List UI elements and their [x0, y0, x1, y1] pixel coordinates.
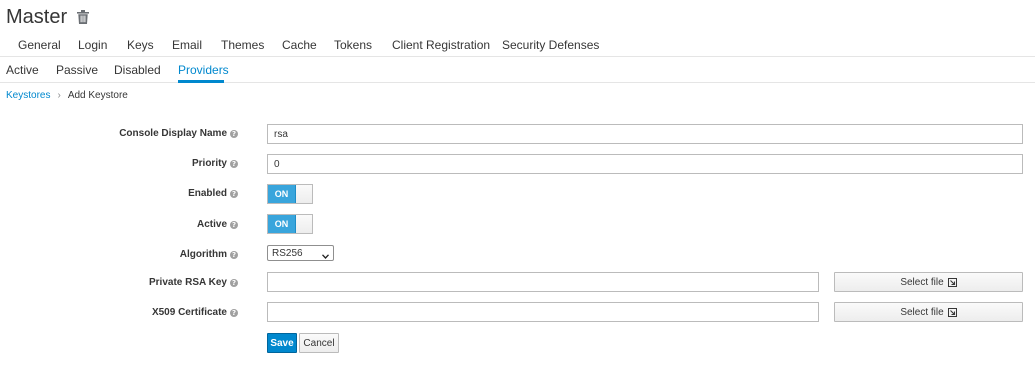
enabled-toggle[interactable]: ON [267, 184, 313, 204]
tab-security-defenses[interactable]: Security Defenses [502, 38, 599, 52]
external-link-icon [947, 307, 957, 317]
tab-email[interactable]: Email [172, 38, 202, 52]
help-icon[interactable]: ? [230, 220, 238, 229]
help-icon[interactable]: ? [230, 250, 238, 259]
subtab-active[interactable]: Active [6, 63, 39, 77]
subtab-disabled[interactable]: Disabled [114, 63, 161, 77]
save-button[interactable]: Save [267, 333, 297, 353]
algorithm-selected: RS256 [272, 247, 303, 259]
cancel-button[interactable]: Cancel [299, 333, 339, 353]
tab-themes[interactable]: Themes [221, 38, 264, 52]
tab-login[interactable]: Login [78, 38, 107, 52]
breadcrumb-current: Add Keystore [67, 90, 128, 101]
priority-label: Priority ? [191, 158, 238, 169]
algorithm-label: Algorithm ? [179, 249, 238, 260]
tab-general[interactable]: General [18, 38, 61, 52]
toggle-knob [296, 185, 312, 203]
tab-tokens[interactable]: Tokens [334, 38, 372, 52]
enabled-label: Enabled ? [188, 188, 238, 199]
page-header: Master [6, 4, 90, 30]
x509-certificate-label: X509 Certificate ? [151, 307, 238, 318]
console-display-name-label: Console Display Name ? [119, 128, 238, 139]
tab-client-registration[interactable]: Client Registration [392, 38, 490, 52]
enabled-toggle-state: ON [268, 185, 296, 203]
algorithm-select[interactable]: RS256 [267, 245, 334, 261]
help-icon[interactable]: ? [230, 159, 238, 168]
console-display-name-input[interactable]: rsa [267, 124, 1023, 144]
breadcrumb: Keystores › Add Keystore [6, 90, 128, 101]
help-icon[interactable]: ? [230, 189, 238, 198]
chevron-down-icon [322, 251, 329, 259]
external-link-icon [947, 277, 957, 287]
page-title: Master [6, 5, 68, 28]
subtab-passive[interactable]: Passive [56, 63, 98, 77]
tab-cache[interactable]: Cache [282, 38, 317, 52]
private-rsa-key-select-file-button[interactable]: Select file [834, 272, 1023, 292]
keys-subtabs: Active Passive Disabled Providers [0, 58, 1035, 83]
help-icon[interactable]: ? [230, 278, 238, 287]
private-rsa-key-input[interactable] [267, 272, 819, 292]
help-icon[interactable]: ? [230, 129, 238, 138]
priority-input[interactable]: 0 [267, 154, 1023, 174]
breadcrumb-separator: › [57, 90, 61, 101]
active-label: Active ? [196, 219, 238, 230]
private-rsa-key-label: Private RSA Key ? [149, 277, 238, 288]
realm-settings-tabs: General Login Keys Email Themes Cache To… [0, 33, 1035, 57]
x509-certificate-select-file-button[interactable]: Select file [834, 302, 1023, 322]
tab-keys[interactable]: Keys [127, 38, 154, 52]
toggle-knob [296, 215, 312, 233]
active-toggle-state: ON [268, 215, 296, 233]
trash-icon[interactable] [77, 10, 90, 24]
active-toggle[interactable]: ON [267, 214, 313, 234]
help-icon[interactable]: ? [230, 308, 238, 317]
breadcrumb-keystores[interactable]: Keystores [6, 90, 50, 101]
x509-certificate-input[interactable] [267, 302, 819, 322]
subtab-providers[interactable]: Providers [178, 63, 229, 77]
active-tab-indicator [178, 80, 224, 83]
